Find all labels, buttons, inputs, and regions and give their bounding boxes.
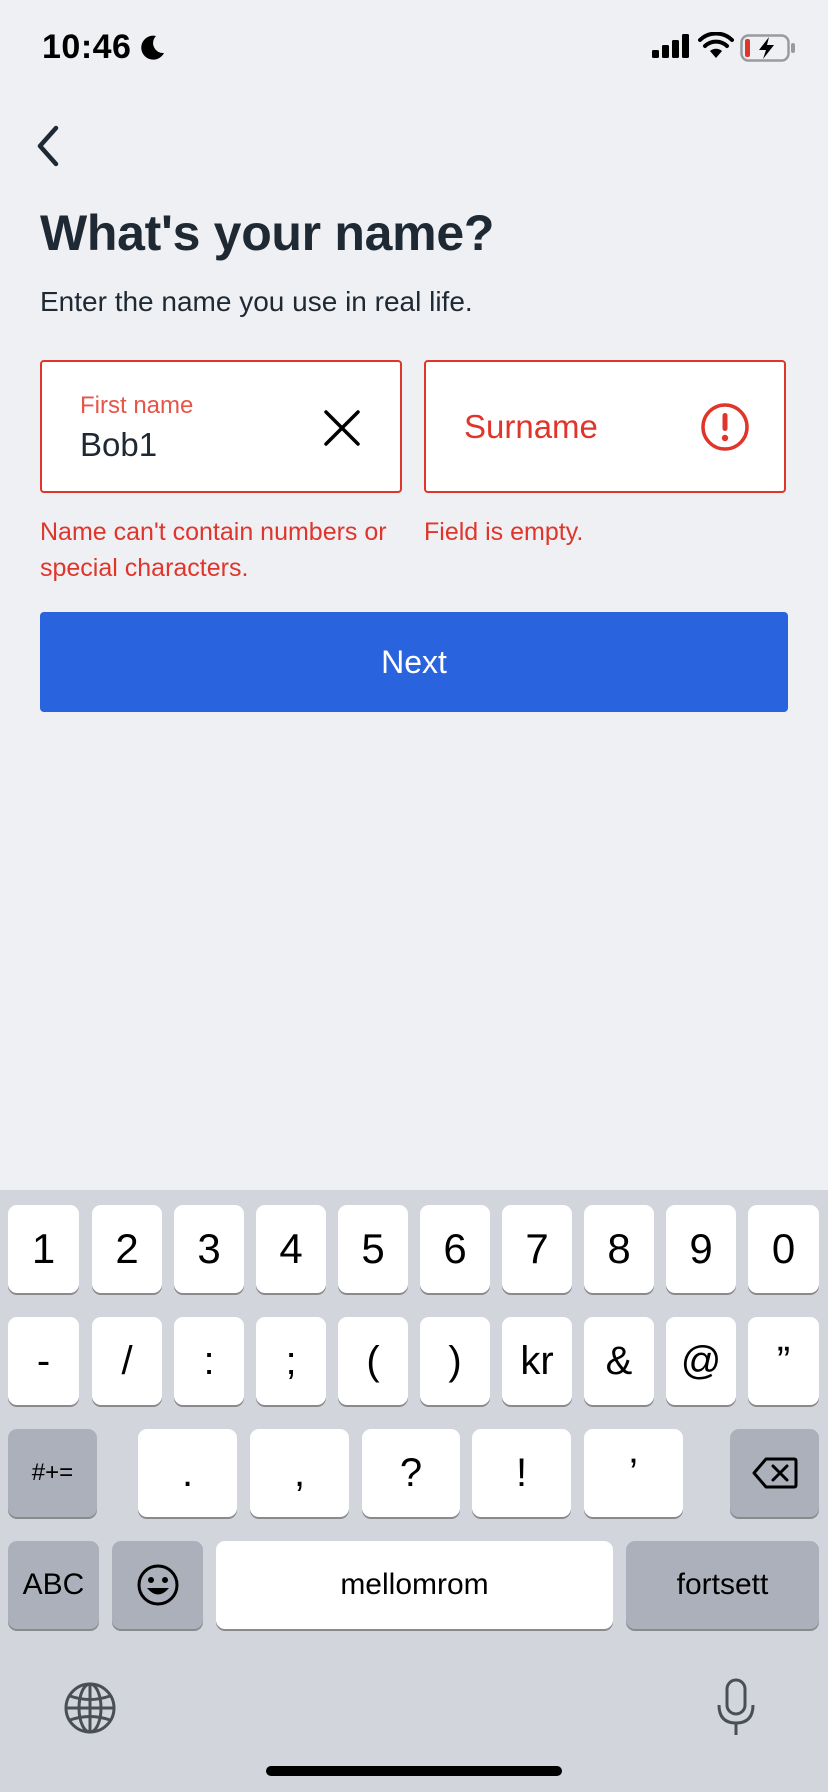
back-button[interactable] (20, 118, 76, 174)
key-comma[interactable]: , (250, 1429, 349, 1517)
keyboard: 1 2 3 4 5 6 7 8 9 0 - / : ; ( ) kr & @ ”… (0, 1190, 828, 1792)
key-8[interactable]: 8 (584, 1205, 654, 1293)
key-colon[interactable]: : (174, 1317, 244, 1405)
emoji-key[interactable] (112, 1541, 203, 1629)
key-exclamation[interactable]: ! (472, 1429, 571, 1517)
first-name-label: First name (80, 392, 194, 419)
key-quote[interactable]: ” (748, 1317, 819, 1405)
key-3[interactable]: 3 (174, 1205, 244, 1293)
close-icon (324, 410, 360, 446)
first-name-field[interactable]: First name Bob1 (40, 360, 402, 493)
surname-error: Field is empty. (424, 518, 584, 546)
page-subtitle: Enter the name you use in real life. (40, 286, 473, 317)
key-semicolon[interactable]: ; (256, 1317, 326, 1405)
globe-icon (64, 1682, 116, 1734)
page-title: What's your name? (40, 205, 495, 261)
first-name-value[interactable]: Bob1 (80, 426, 157, 464)
key-ampersand[interactable]: & (584, 1317, 654, 1405)
microphone-icon (717, 1678, 755, 1735)
surname-field[interactable]: Surname (424, 360, 786, 493)
error-alert-icon (701, 403, 749, 451)
next-button[interactable]: Next (40, 612, 788, 712)
space-key[interactable]: mellomrom (216, 1541, 613, 1629)
key-1[interactable]: 1 (8, 1205, 79, 1293)
key-0[interactable]: 0 (748, 1205, 819, 1293)
key-period[interactable]: . (138, 1429, 237, 1517)
key-4[interactable]: 4 (256, 1205, 326, 1293)
surname-placeholder: Surname (464, 408, 598, 445)
status-bar: 10:46 (0, 0, 828, 100)
dictation-button[interactable] (706, 1674, 766, 1742)
abc-key[interactable]: ABC (8, 1541, 99, 1629)
home-indicator (266, 1766, 562, 1776)
symbols-toggle-key[interactable]: #+= (8, 1429, 97, 1517)
key-apostrophe[interactable]: ’ (584, 1429, 683, 1517)
globe-button[interactable] (60, 1678, 120, 1738)
first-name-error: Name can't contain numbers or special ch… (40, 518, 387, 582)
moon-icon (141, 35, 164, 60)
key-open-paren[interactable]: ( (338, 1317, 408, 1405)
key-hyphen[interactable]: - (8, 1317, 79, 1405)
clear-first-name-button[interactable] (318, 404, 366, 452)
key-kr[interactable]: kr (502, 1317, 572, 1405)
backspace-key[interactable] (730, 1429, 819, 1517)
cellular-signal-icon (652, 34, 689, 58)
key-6[interactable]: 6 (420, 1205, 490, 1293)
status-time: 10:46 (42, 28, 132, 66)
key-2[interactable]: 2 (92, 1205, 162, 1293)
emoji-icon (137, 1564, 178, 1606)
key-9[interactable]: 9 (666, 1205, 736, 1293)
key-close-paren[interactable]: ) (420, 1317, 490, 1405)
backspace-icon (752, 1457, 797, 1489)
key-5[interactable]: 5 (338, 1205, 408, 1293)
battery-charging-icon (740, 34, 795, 62)
wifi-icon (698, 32, 734, 58)
key-at[interactable]: @ (666, 1317, 736, 1405)
return-key[interactable]: fortsett (626, 1541, 819, 1629)
chevron-left-icon (37, 125, 59, 167)
key-question[interactable]: ? (362, 1429, 460, 1517)
key-7[interactable]: 7 (502, 1205, 572, 1293)
key-slash[interactable]: / (92, 1317, 162, 1405)
